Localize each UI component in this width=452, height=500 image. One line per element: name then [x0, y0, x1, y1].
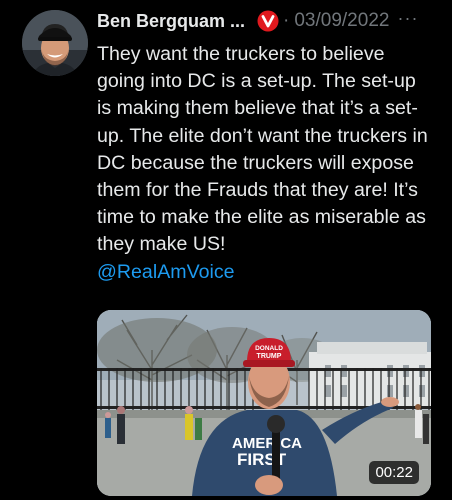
author-name[interactable]: Ben Bergquam ... [97, 11, 245, 32]
video-duration: 00:22 [369, 461, 419, 484]
verified-badge-icon [257, 10, 279, 32]
mention-link[interactable]: @RealAmVoice [97, 261, 235, 283]
avatar-photo [22, 10, 88, 76]
tweet-date[interactable]: 03/09/2022 [294, 10, 389, 32]
tweet-text: They want the truckers to believe going … [97, 43, 428, 256]
more-options-icon[interactable]: ··· [397, 9, 418, 27]
avatar[interactable] [22, 10, 88, 76]
hat-text-line1: DONALD [255, 345, 283, 352]
tweet-body: They want the truckers to believe going … [97, 41, 435, 286]
hat-text-line2: TRUMP [257, 353, 282, 360]
video-thumbnail[interactable]: AMERICA FIRST DONALD TRUMP 00:22 [97, 310, 431, 496]
separator-dot: · [283, 10, 290, 31]
tweet-header: Ben Bergquam ... · 03/09/2022 ··· [97, 7, 442, 35]
tweet-card[interactable]: Ben Bergquam ... · 03/09/2022 ··· They w… [0, 0, 452, 500]
